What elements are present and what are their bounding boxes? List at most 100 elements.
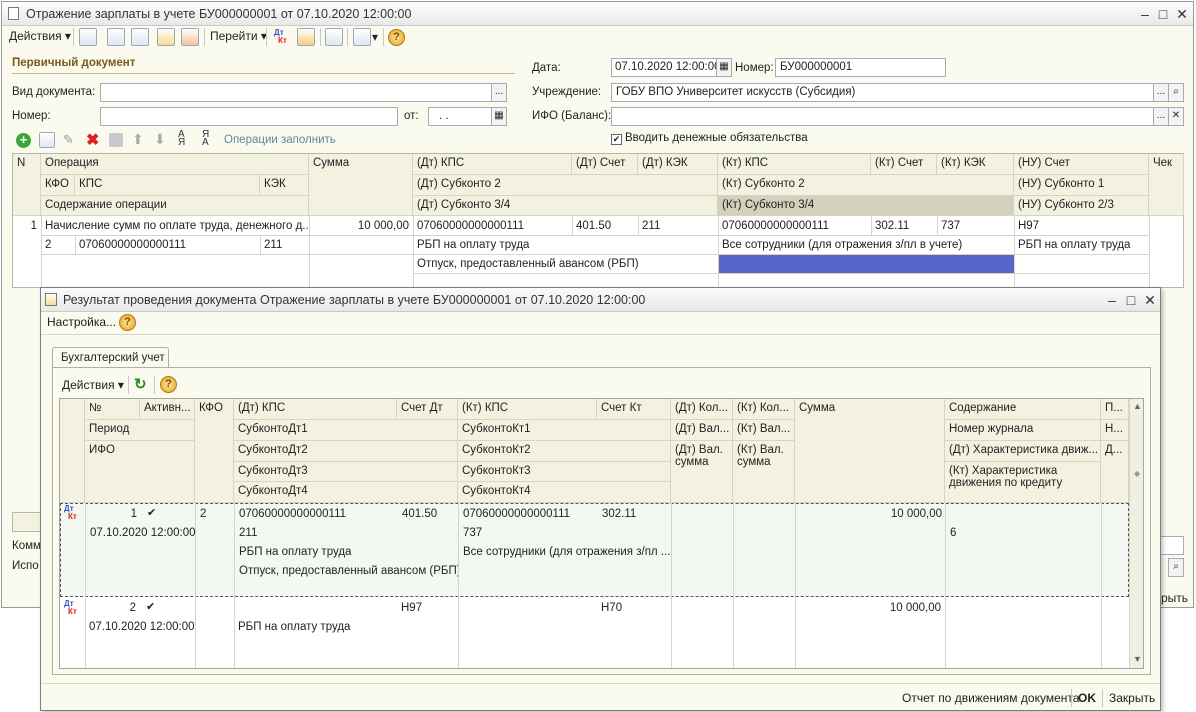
tab-accounting[interactable]: Бухгалтерский учет bbox=[52, 347, 169, 368]
table-help-icon[interactable]: ? bbox=[160, 376, 177, 393]
ifo-clear-icon[interactable]: ✕ bbox=[1168, 107, 1184, 126]
row-kt-kek[interactable]: 737 bbox=[937, 217, 1014, 235]
move-down-icon[interactable]: ⬇ bbox=[154, 131, 166, 148]
structure-icon[interactable] bbox=[353, 28, 371, 46]
settings-button[interactable]: Настройка... bbox=[47, 315, 116, 329]
move-up-icon[interactable]: ⬆ bbox=[132, 131, 144, 148]
comment-field[interactable] bbox=[1158, 536, 1184, 555]
vid-select-button[interactable]: ... bbox=[491, 83, 507, 102]
responsible-search-icon[interactable]: ⌕ bbox=[1168, 558, 1184, 577]
copy-document-icon[interactable] bbox=[131, 28, 149, 46]
row-dt-kek[interactable]: 211 bbox=[638, 217, 718, 235]
col-kt-val: (Кт) Вал... bbox=[733, 420, 795, 441]
dt-kt-postings-icon[interactable]: Дт Кт bbox=[274, 29, 287, 45]
help-icon[interactable]: ? bbox=[388, 29, 405, 46]
row-kps[interactable]: 07060000000000111 bbox=[75, 236, 260, 254]
row-kfo[interactable]: 2 bbox=[41, 236, 75, 254]
dialog-minimize-icon[interactable]: – bbox=[1103, 291, 1121, 309]
col-sch-kt: Счет Кт bbox=[597, 399, 671, 420]
ifo-select-button[interactable]: ... bbox=[1153, 107, 1169, 126]
row-kt-kps[interactable]: 07060000000000111 bbox=[718, 217, 871, 235]
goto-menu[interactable]: Перейти ▾ bbox=[210, 29, 267, 43]
grid-line bbox=[671, 503, 672, 668]
vid-document-field[interactable] bbox=[100, 83, 492, 102]
post-document-icon[interactable] bbox=[79, 28, 97, 46]
ot-date-field[interactable]: . . bbox=[428, 107, 492, 126]
movements-report-button[interactable]: Отчет по движениям документа bbox=[902, 691, 1079, 705]
dialog-help-icon[interactable]: ? bbox=[119, 314, 136, 331]
refresh-icon[interactable] bbox=[107, 28, 125, 46]
based-on-icon[interactable] bbox=[157, 28, 175, 46]
dialog-close-icon[interactable]: ✕ bbox=[1141, 291, 1159, 309]
check-icon: ✔ bbox=[611, 134, 622, 145]
cancel-posting-icon[interactable] bbox=[181, 28, 199, 46]
uchr-select-button[interactable]: ... bbox=[1153, 83, 1169, 102]
row-dt-kps[interactable]: 07060000000000111 bbox=[413, 217, 572, 235]
maximize-icon[interactable]: □ bbox=[1154, 5, 1172, 23]
col-dt-sch: (Дт) Счет bbox=[572, 154, 638, 175]
sort-asc-icon[interactable]: АЯ bbox=[178, 130, 185, 148]
row-nu-sub1[interactable]: РБП на оплату труда bbox=[1014, 236, 1149, 254]
sort-desc-icon[interactable]: ЯА bbox=[202, 130, 209, 148]
row2-sch-kt: Н70 bbox=[601, 602, 623, 614]
row-nu-sch[interactable]: Н97 bbox=[1014, 217, 1149, 235]
col-ifo: ИФО bbox=[85, 441, 195, 503]
delete-row-icon[interactable]: ✖ bbox=[86, 130, 99, 150]
checkbox-label: Вводить денежные обязательства bbox=[625, 132, 808, 144]
row-operation[interactable]: Начисление сумм по оплате труда, денежно… bbox=[41, 217, 309, 235]
nomer-field[interactable] bbox=[100, 107, 398, 126]
row-dt-sub2[interactable]: РБП на оплату труда bbox=[413, 236, 718, 254]
grid-line bbox=[733, 503, 734, 668]
date-calendar-button[interactable]: ▦ bbox=[716, 58, 732, 77]
row-sum[interactable]: 10 000,00 bbox=[309, 217, 413, 235]
row-kt-sch[interactable]: 302.11 bbox=[871, 217, 937, 235]
uchr-search-icon[interactable]: ⌕ bbox=[1168, 83, 1184, 102]
col-kt-sub34: (Кт) Субконто 3/4 bbox=[718, 196, 1014, 216]
row-kt-sub3-selected[interactable] bbox=[718, 255, 1014, 273]
date-field[interactable]: 07.10.2020 12:00:00 bbox=[611, 58, 717, 77]
dialog-icon bbox=[45, 293, 57, 306]
row-dt-sub3[interactable]: Отпуск, предоставленный авансом (РБП) bbox=[413, 255, 718, 273]
row-kt-sub2[interactable]: Все сотрудники (для отражения з/пл в уче… bbox=[718, 236, 1014, 254]
scroll-up-icon[interactable]: ▲ bbox=[1133, 401, 1142, 411]
footer-line bbox=[41, 683, 1160, 684]
row1-kt-sub1: Все сотрудники (для отражения з/пл ... bbox=[463, 546, 671, 558]
calendar-icon[interactable] bbox=[297, 28, 315, 46]
col-dt-sub34: (Дт) Субконто 3/4 bbox=[413, 196, 718, 216]
dialog-actions-menu[interactable]: Действия ▾ bbox=[62, 378, 124, 392]
table-row[interactable]: Дт Кт 1 ✔ 07.10.2020 12:00:00 2 070600000… bbox=[60, 503, 1129, 597]
uchr-field[interactable]: ГОБУ ВПО Университет искусств (Субсидия) bbox=[611, 83, 1154, 102]
table-row[interactable]: Дт Кт 2 ✔ 07.10.2020 12:00:00 Н97 РБП на … bbox=[60, 598, 1129, 668]
money-obligations-checkbox[interactable]: ✔ Вводить денежные обязательства bbox=[611, 132, 808, 145]
close-document-button[interactable]: рыть bbox=[1161, 591, 1188, 605]
row-dt-sch[interactable]: 401.50 bbox=[572, 217, 638, 235]
col-kt-sch: (Кт) Счет bbox=[871, 154, 937, 175]
active-check-icon: ✔ bbox=[147, 507, 157, 519]
structure-dropdown-icon[interactable]: ▾ bbox=[372, 30, 378, 44]
edit-row-icon[interactable]: ✎ bbox=[63, 132, 74, 148]
active-check-icon: ✔ bbox=[146, 601, 156, 613]
col-sum: Сумма bbox=[309, 154, 413, 216]
document-titlebar: Отражение зарплаты в учете БУ000000001 о… bbox=[2, 2, 1193, 26]
ot-calendar-button[interactable]: ▦ bbox=[491, 107, 507, 126]
copy-row-icon[interactable] bbox=[39, 132, 55, 148]
row2-dt-sub1: РБП на оплату труда bbox=[238, 621, 351, 633]
dialog-maximize-icon[interactable]: □ bbox=[1122, 291, 1140, 309]
minimize-icon[interactable]: – bbox=[1136, 5, 1154, 23]
add-row-icon[interactable]: + bbox=[16, 133, 31, 148]
row2-sch-dt: Н97 bbox=[401, 602, 423, 614]
refresh-icon[interactable]: ↻ bbox=[134, 375, 147, 393]
ifo-field[interactable] bbox=[611, 107, 1154, 126]
vertical-scrollbar[interactable]: ▲ ◆ ▼ bbox=[1129, 399, 1143, 668]
row-kek[interactable]: 211 bbox=[260, 236, 309, 254]
number-field[interactable]: БУ000000001 bbox=[775, 58, 946, 77]
dialog-close-button[interactable]: Закрыть bbox=[1109, 691, 1155, 705]
actions-menu[interactable]: Действия ▾ bbox=[9, 29, 71, 43]
ok-button[interactable]: OK bbox=[1078, 691, 1096, 705]
print-icon[interactable] bbox=[325, 28, 343, 46]
col-kt-kps: (Кт) КПС bbox=[458, 399, 597, 420]
close-icon[interactable]: ✕ bbox=[1173, 5, 1191, 23]
scroll-down-icon[interactable]: ▼ bbox=[1133, 654, 1142, 664]
end-edit-icon[interactable] bbox=[109, 133, 123, 147]
fill-operations-button[interactable]: Операции заполнить bbox=[224, 134, 336, 146]
